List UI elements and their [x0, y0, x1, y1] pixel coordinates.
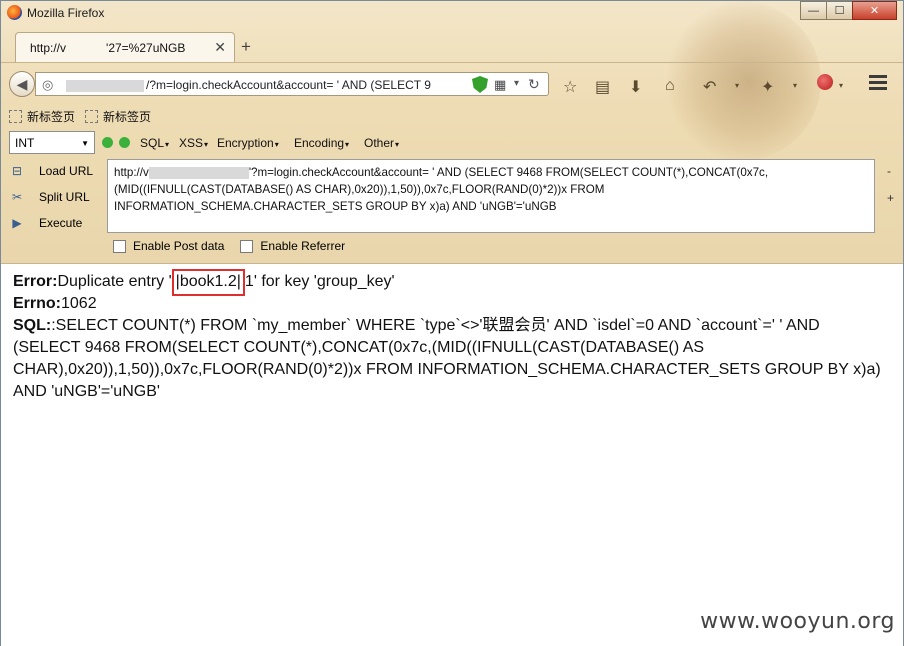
hackbar-options: Enable Post data Enable Referrer [113, 239, 361, 253]
redacted-host [148, 166, 249, 179]
increase-icon[interactable] [119, 137, 130, 148]
chevron-down-icon: ▼ [81, 139, 89, 148]
window-controls: — ☐ ✕ [800, 1, 897, 20]
dropdown-icon[interactable]: ▾ [514, 78, 519, 89]
addon-red-dropdown-icon[interactable]: ▾ [839, 81, 843, 90]
enable-post-checkbox[interactable]: Enable Post data [113, 239, 224, 253]
reading-list-icon[interactable]: ▤ [595, 77, 610, 97]
hackbar-url-input[interactable]: http://v '?m=login.checkAccount&account= … [107, 159, 875, 233]
qr-code-icon[interactable]: ▦ [494, 77, 506, 93]
bookmark-item[interactable]: 新标签页 [85, 108, 151, 125]
execute-button[interactable]: ▶ Execute [9, 216, 82, 230]
menu-sql[interactable]: SQL [140, 136, 169, 150]
page-content: Error:Duplicate entry ' |book1.2| 1' for k… [1, 263, 903, 646]
new-tab-button[interactable]: + [241, 37, 251, 57]
menu-xss[interactable]: XSS [179, 136, 208, 150]
addon-dropdown-icon[interactable]: ▾ [793, 81, 797, 90]
bookmark-star-icon[interactable]: ☆ [563, 77, 577, 97]
window-title: Mozilla Firefox [27, 6, 105, 20]
hamburger-menu-icon[interactable] [869, 75, 887, 91]
hackbar-toolbar: INT ▼ SQL XSS Encryption Encoding Other [1, 129, 903, 157]
sql-line: SQL::SELECT COUNT(*) FROM `my_member` WH… [13, 317, 881, 400]
page-icon [9, 110, 22, 123]
type-select[interactable]: INT ▼ [9, 131, 95, 154]
menu-encryption[interactable]: Encryption [217, 136, 279, 150]
browser-window: Mozilla Firefox — ☐ ✕ http://v '27=%27uNG… [0, 0, 904, 646]
split-url-button[interactable]: ✂ Split URL [9, 190, 90, 204]
reload-icon[interactable]: ↻ [528, 76, 540, 93]
shrink-button[interactable]: - [887, 164, 891, 178]
load-url-button[interactable]: ⊟ Load URL [9, 164, 93, 178]
download-icon[interactable]: ⬇ [629, 77, 642, 97]
enable-referrer-checkbox[interactable]: Enable Referrer [240, 239, 345, 253]
firefox-icon [7, 5, 22, 20]
title-bar: Mozilla Firefox — ☐ ✕ [1, 1, 903, 25]
redacted-host [66, 79, 144, 92]
navigation-bar: ◀ ◎ /?m=login.checkAccount&account= ' AN… [1, 62, 903, 102]
undo-dropdown-icon[interactable]: ▾ [735, 81, 739, 90]
checkbox-box[interactable] [113, 239, 126, 253]
undo-icon[interactable]: ↶ [703, 77, 716, 97]
menu-encoding[interactable]: Encoding [294, 136, 349, 150]
addon-red-icon[interactable] [817, 74, 833, 90]
highlighted-database-name: |book1.2| [171, 269, 245, 296]
addon-icon[interactable]: ✦ [761, 77, 774, 97]
hackbar-actions: ⊟ Load URL ✂ Split URL ▶ Execute [1, 158, 105, 238]
url-bar[interactable]: ◎ /?m=login.checkAccount&account= ' AND … [35, 72, 549, 96]
maximize-button[interactable]: ☐ [826, 1, 853, 20]
bookmarks-toolbar: 新标签页 新标签页 [1, 103, 903, 127]
browser-chrome: Mozilla Firefox — ☐ ✕ http://v '27=%27uNG… [1, 1, 903, 263]
url-text[interactable]: /?m=login.checkAccount&account= ' AND (S… [62, 78, 431, 92]
tab-title: http://v '27=%27uNGB [30, 41, 186, 55]
globe-icon: ◎ [42, 77, 54, 92]
decrease-icon[interactable] [102, 137, 113, 148]
browser-tab[interactable]: http://v '27=%27uNGB ✕ [15, 32, 235, 62]
execute-icon: ▶ [12, 216, 22, 230]
minimize-button[interactable]: — [800, 1, 827, 20]
back-button[interactable]: ◀ [9, 71, 35, 97]
home-icon[interactable]: ⌂ [665, 77, 675, 95]
load-url-icon: ⊟ [11, 164, 23, 178]
shield-icon[interactable] [472, 76, 488, 93]
tab-close-icon[interactable]: ✕ [214, 39, 226, 56]
split-url-icon: ✂ [11, 190, 23, 204]
error-output: Error:Duplicate entry ' |book1.2| 1' for k… [13, 269, 883, 403]
close-button[interactable]: ✕ [852, 1, 897, 20]
watermark: www.wooyun.org [700, 609, 895, 634]
expand-button[interactable]: + [887, 191, 894, 205]
page-icon [85, 110, 98, 123]
errno-line: Errno:1062 [13, 295, 97, 312]
checkbox-box[interactable] [240, 239, 254, 253]
error-line: Error:Duplicate entry ' |book1.2| 1' for k… [13, 269, 883, 296]
bookmark-item[interactable]: 新标签页 [9, 108, 75, 125]
menu-other[interactable]: Other [364, 136, 399, 150]
